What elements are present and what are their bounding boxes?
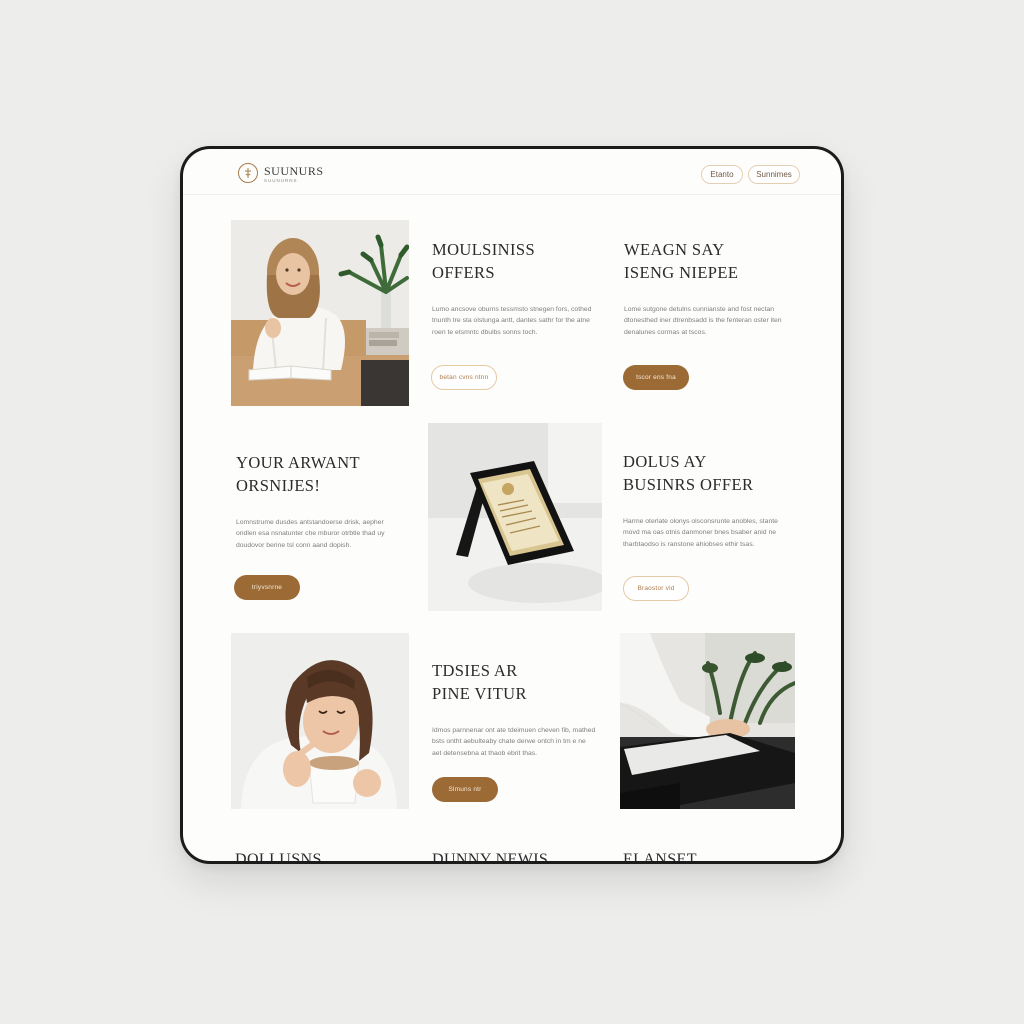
tile-offers: MOULSINISS OFFERS Lumo ancsove oburns te… [432, 238, 597, 338]
tile-weagn: WEAGN SAY ISENG NIEPEE Lome sutgone detu… [624, 238, 789, 338]
header-button-two[interactable]: Sunnimes [748, 165, 800, 184]
bottom-title-one: DOLLUSNS [235, 851, 322, 861]
tile-offers-title: MOULSINISS OFFERS [432, 238, 597, 284]
tile-offers-button[interactable]: betan cvns ntnn [431, 365, 497, 390]
tile-dolus: DOLUS AY BUSINRS OFFER Harme oterlate ol… [623, 450, 788, 550]
photo-person-with-laptop [620, 633, 795, 809]
tile-tdsies-title-line1: TDSIES AR [432, 661, 518, 680]
tile-dolus-title: DOLUS AY BUSINRS OFFER [623, 450, 788, 496]
tile-arwant-title-line2: ORSNIJES! [236, 476, 321, 495]
bottom-title-two: DUNNY NEWIS [432, 851, 549, 861]
header-button-one[interactable]: Etanto [701, 165, 743, 184]
tile-weagn-title: WEAGN SAY ISENG NIEPEE [624, 238, 789, 284]
site-header: SUUNURS SUUNURNS Etanto Sunnimes [183, 149, 841, 195]
tile-tdsies-button[interactable]: Slmuns ntr [432, 777, 498, 802]
brand-name[interactable]: SUUNURS [264, 164, 324, 179]
tile-offers-body: Lumo ancsove oburns tessmsto stnegen for… [432, 306, 592, 336]
tile-arwant-body: Lomnstrume dusdes antstandoerse drisk, a… [236, 519, 385, 549]
tile-dolus-title-line2: BUSINRS OFFER [623, 475, 754, 494]
tile-weagn-title-line1: WEAGN SAY [624, 240, 725, 259]
tile-dolus-body: Harme oterlate olonys olsconsrunte anobl… [623, 518, 778, 548]
photo-woman-with-mug [231, 633, 409, 809]
tile-tdsies-title: TDSIES AR PINE VITUR [432, 659, 597, 705]
bottom-title-three: ELANSET [623, 851, 697, 861]
tile-arwant-title: YOUR ARWANT ORSNIJES! [236, 451, 401, 497]
tile-offers-title-line1: MOULSINISS [432, 240, 536, 259]
tile-weagn-title-line2: ISENG NIEPEE [624, 263, 739, 282]
tile-arwant: YOUR ARWANT ORSNIJES! Lomnstrume dusdes … [236, 451, 401, 551]
tile-arwant-title-line1: YOUR ARWANT [236, 453, 361, 472]
photo-woman-at-desk [231, 220, 409, 406]
tile-dolus-title-line1: DOLUS AY [623, 452, 707, 471]
tile-offers-title-line2: OFFERS [432, 263, 495, 282]
tile-tdsies-body: Idmos parnnenar ont ate tdeimuen cheven … [432, 727, 596, 757]
tile-weagn-body: Lome sutgone detulns cunnianste and fost… [624, 306, 782, 336]
tile-dolus-button[interactable]: Braostor vid [623, 576, 689, 601]
photo-certificate-plaque [428, 423, 602, 611]
tile-tdsies: TDSIES AR PINE VITUR Idmos parnnenar ont… [432, 659, 597, 759]
tile-tdsies-title-line2: PINE VITUR [432, 684, 527, 703]
brand-tagline: SUUNURNS [264, 178, 298, 183]
tile-arwant-button[interactable]: triyvsnrne [234, 575, 300, 600]
tablet-device: SUUNURS SUUNURNS Etanto Sunnimes MOULSIN… [180, 146, 844, 864]
tile-weagn-button[interactable]: tscor ens fna [623, 365, 689, 390]
brand-logo-icon[interactable] [238, 163, 258, 183]
tablet-screen: SUUNURS SUUNURNS Etanto Sunnimes MOULSIN… [183, 149, 841, 861]
